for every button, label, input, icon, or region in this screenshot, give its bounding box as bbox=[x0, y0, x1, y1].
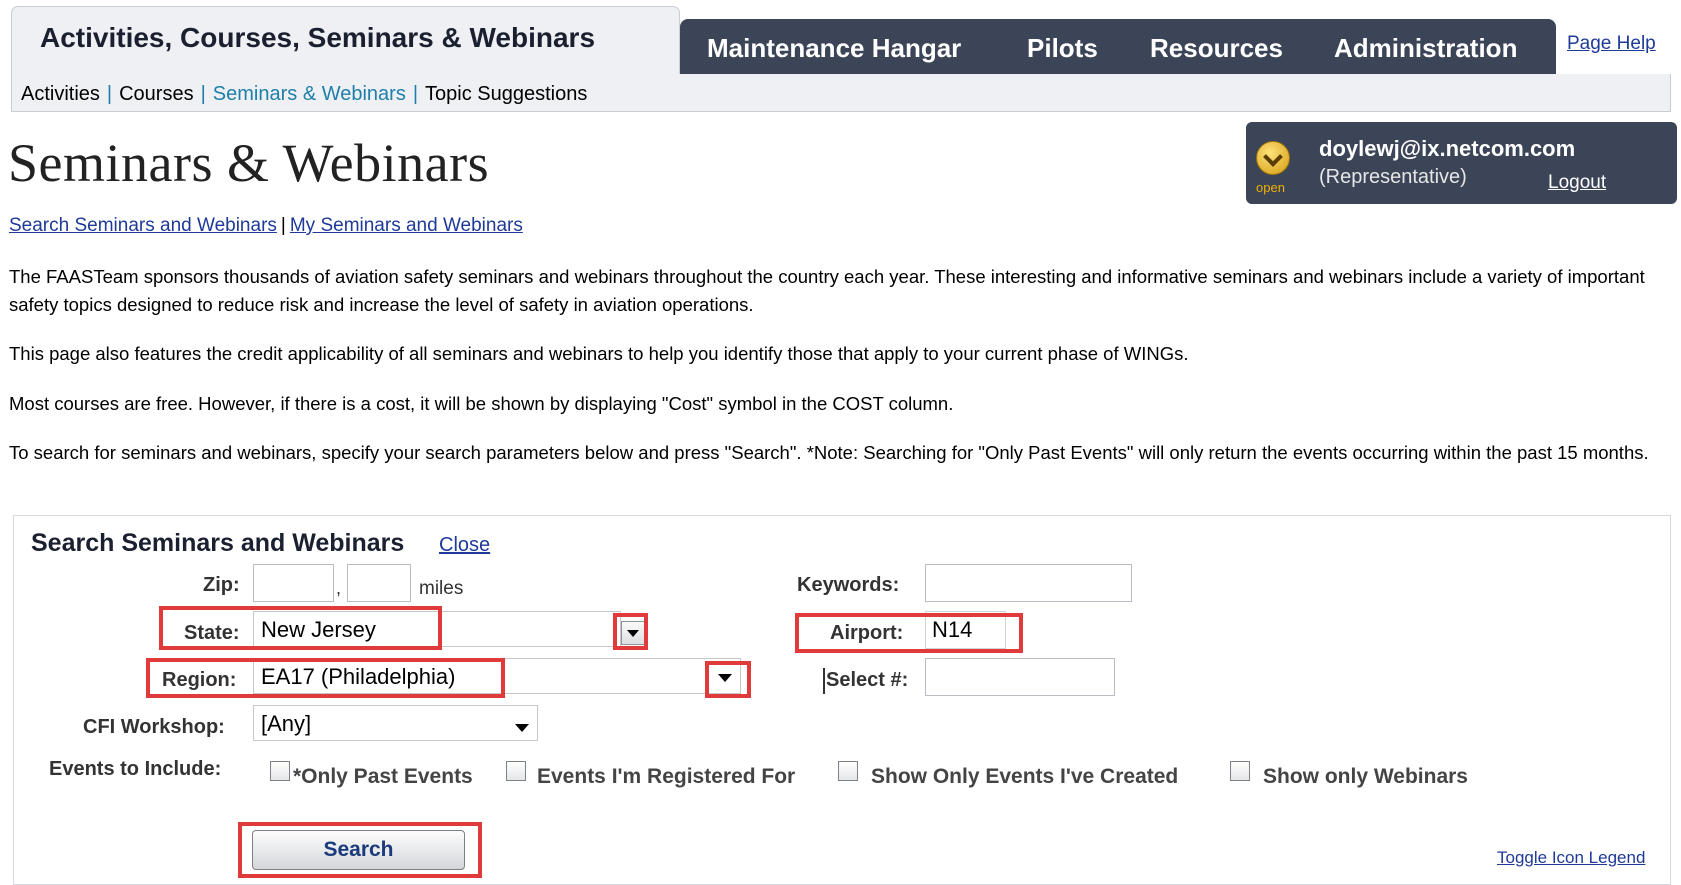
region-label: Region: bbox=[162, 669, 237, 691]
state-select-value: New Jersey bbox=[261, 617, 376, 642]
tab-resources[interactable]: Resources bbox=[1150, 33, 1283, 64]
text-cursor bbox=[823, 668, 825, 694]
search-button[interactable]: Search bbox=[252, 830, 465, 870]
only-past-events-label: *Only Past Events bbox=[293, 765, 473, 788]
cfi-workshop-select[interactable]: [Any] bbox=[253, 705, 538, 741]
miles-input[interactable] bbox=[347, 564, 411, 602]
miles-label: miles bbox=[419, 578, 464, 599]
intro-paragraph: The FAASTeam sponsors thousands of aviat… bbox=[9, 266, 1645, 315]
user-email: doylewj@ix.netcom.com bbox=[1319, 136, 1576, 161]
cfi-dropdown-arrow-icon[interactable] bbox=[515, 724, 529, 732]
keywords-label: Keywords: bbox=[797, 574, 900, 596]
user-status-label: open bbox=[1256, 180, 1285, 195]
search-panel-title: Search Seminars and Webinars bbox=[31, 529, 405, 557]
search-seminars-link[interactable]: Search Seminars and Webinars bbox=[9, 215, 277, 236]
user-status-icon[interactable] bbox=[1256, 141, 1290, 175]
close-search-link[interactable]: Close bbox=[439, 534, 490, 557]
state-label: State: bbox=[184, 622, 240, 644]
section-links: Search Seminars and Webinars | My Seminars… bbox=[9, 215, 523, 236]
page-title: Seminars & Webinars bbox=[8, 133, 490, 193]
zip-input[interactable] bbox=[253, 564, 334, 602]
airport-input[interactable] bbox=[925, 611, 1006, 649]
subnav-topic-suggestions[interactable]: Topic Suggestions bbox=[425, 83, 587, 105]
user-panel: open doylewj@ix.netcom.com (Representati… bbox=[1246, 122, 1677, 204]
only-past-events-checkbox[interactable] bbox=[270, 761, 290, 781]
registered-events-checkbox[interactable] bbox=[506, 761, 526, 781]
tab-activities-courses-seminars[interactable]: Activities, Courses, Seminars & Webinars bbox=[11, 6, 680, 74]
events-include-label: Events to Include: bbox=[49, 758, 222, 780]
created-events-label: Show Only Events I've Created bbox=[871, 765, 1179, 788]
sub-navigation: Activities | Courses | Seminars & Webinars | T… bbox=[11, 74, 1671, 112]
zip-label: Zip: bbox=[203, 574, 240, 596]
tab-administration[interactable]: Administration bbox=[1334, 33, 1517, 64]
created-events-checkbox[interactable] bbox=[838, 761, 858, 781]
select-number-input[interactable] bbox=[925, 658, 1115, 696]
cost-paragraph: Most courses are free. However, if there… bbox=[9, 393, 954, 414]
subnav-courses[interactable]: Courses bbox=[119, 83, 193, 105]
region-dropdown-arrow-icon[interactable] bbox=[718, 674, 732, 682]
keywords-input[interactable] bbox=[925, 564, 1132, 602]
page-help-link[interactable]: Page Help bbox=[1567, 33, 1656, 55]
region-select-value: EA17 (Philadelphia) bbox=[261, 664, 456, 689]
tab-activities-label: Activities, Courses, Seminars & Webinars bbox=[40, 22, 596, 53]
only-webinars-checkbox[interactable] bbox=[1230, 761, 1250, 781]
credit-paragraph: This page also features the credit appli… bbox=[9, 343, 1189, 364]
region-select[interactable]: EA17 (Philadelphia) bbox=[253, 658, 741, 694]
tab-pilots[interactable]: Pilots bbox=[1027, 33, 1098, 64]
state-select[interactable]: New Jersey bbox=[253, 611, 621, 647]
only-webinars-label: Show only Webinars bbox=[1263, 765, 1468, 788]
airport-label: Airport: bbox=[830, 622, 904, 644]
cfi-workshop-label: CFI Workshop: bbox=[83, 716, 225, 738]
subnav-activities[interactable]: Activities bbox=[21, 83, 100, 105]
user-role: (Representative) bbox=[1319, 166, 1467, 188]
logout-link[interactable]: Logout bbox=[1548, 172, 1606, 194]
toggle-icon-legend-link[interactable]: Toggle Icon Legend bbox=[1497, 848, 1645, 868]
my-seminars-link[interactable]: My Seminars and Webinars bbox=[290, 215, 523, 236]
zip-separator: , bbox=[336, 578, 342, 598]
select-number-label: Select #: bbox=[826, 669, 909, 691]
subnav-seminars-webinars[interactable]: Seminars & Webinars bbox=[213, 83, 406, 105]
search-instructions-paragraph: To search for seminars and webinars, spe… bbox=[9, 442, 1649, 463]
registered-events-label: Events I'm Registered For bbox=[537, 765, 796, 788]
tab-maintenance-hangar[interactable]: Maintenance Hangar bbox=[707, 33, 961, 64]
state-dropdown-arrow-icon[interactable] bbox=[621, 621, 645, 645]
cfi-workshop-value: [Any] bbox=[261, 711, 312, 736]
